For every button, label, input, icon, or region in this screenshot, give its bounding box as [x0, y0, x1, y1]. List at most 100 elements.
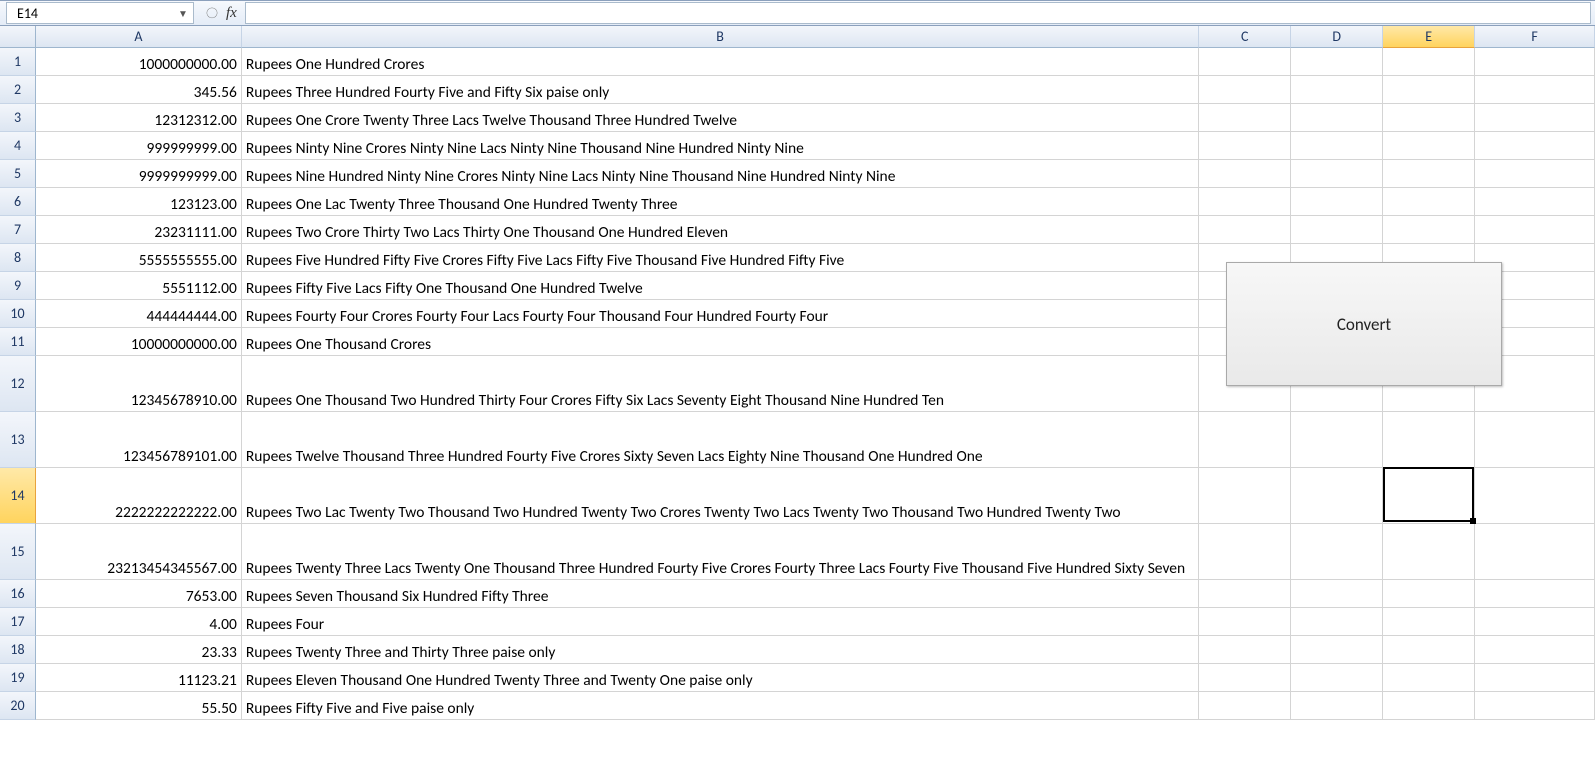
row-header-5[interactable]: 5	[0, 160, 36, 188]
cell[interactable]	[1383, 580, 1475, 608]
cell[interactable]: 2222222222222.00	[36, 468, 242, 524]
convert-button[interactable]: Convert	[1226, 262, 1502, 386]
cell[interactable]	[1291, 636, 1383, 664]
cell[interactable]	[1383, 188, 1475, 216]
column-header-F[interactable]: F	[1475, 26, 1595, 48]
cell[interactable]	[1383, 104, 1475, 132]
cell-grid[interactable]: 1000000000.00Rupees One Hundred Crores34…	[36, 48, 1595, 773]
cell[interactable]	[1291, 104, 1383, 132]
cell[interactable]: 55.50	[36, 692, 242, 720]
row-header-15[interactable]: 15	[0, 524, 36, 580]
cell[interactable]: 9999999999.00	[36, 160, 242, 188]
row-header-4[interactable]: 4	[0, 132, 36, 160]
cell[interactable]	[1383, 468, 1475, 524]
cell[interactable]: 12312312.00	[36, 104, 242, 132]
cell[interactable]	[1291, 216, 1383, 244]
cell[interactable]: 444444444.00	[36, 300, 242, 328]
cancel-formula-icon[interactable]: ⃝	[202, 3, 222, 23]
cell[interactable]	[1291, 692, 1383, 720]
cell[interactable]: Rupees One Crore Twenty Three Lacs Twelv…	[242, 104, 1199, 132]
cell[interactable]: 23213454345567.00	[36, 524, 242, 580]
cell[interactable]: 123456789101.00	[36, 412, 242, 468]
name-box[interactable]: E14 ▼	[6, 2, 194, 24]
cell[interactable]: Rupees Eleven Thousand One Hundred Twent…	[242, 664, 1199, 692]
row-header-7[interactable]: 7	[0, 216, 36, 244]
cell[interactable]: Rupees Three Hundred Fourty Five and Fif…	[242, 76, 1199, 104]
cell[interactable]	[1199, 48, 1291, 76]
cell[interactable]: 999999999.00	[36, 132, 242, 160]
cell[interactable]	[1199, 524, 1291, 580]
cell[interactable]	[1199, 412, 1291, 468]
name-box-dropdown-icon[interactable]: ▼	[175, 5, 191, 21]
cell[interactable]: 23231111.00	[36, 216, 242, 244]
cell[interactable]	[1475, 188, 1595, 216]
cell[interactable]	[1291, 608, 1383, 636]
cell[interactable]	[1291, 580, 1383, 608]
cell[interactable]	[1383, 160, 1475, 188]
row-header-20[interactable]: 20	[0, 692, 36, 720]
cell[interactable]: Rupees Twenty Three and Thirty Three pai…	[242, 636, 1199, 664]
cell[interactable]: 23.33	[36, 636, 242, 664]
row-header-14[interactable]: 14	[0, 468, 36, 524]
cell[interactable]	[1199, 664, 1291, 692]
row-header-17[interactable]: 17	[0, 608, 36, 636]
cell[interactable]	[1475, 664, 1595, 692]
cell[interactable]	[1199, 608, 1291, 636]
cell[interactable]: Rupees Seven Thousand Six Hundred Fifty …	[242, 580, 1199, 608]
cell[interactable]	[1291, 76, 1383, 104]
cell[interactable]: Rupees One Thousand Two Hundred Thirty F…	[242, 356, 1199, 412]
row-header-10[interactable]: 10	[0, 300, 36, 328]
cell[interactable]: 345.56	[36, 76, 242, 104]
cell[interactable]	[1199, 188, 1291, 216]
cell[interactable]: Rupees Four	[242, 608, 1199, 636]
row-header-16[interactable]: 16	[0, 580, 36, 608]
cell[interactable]	[1383, 692, 1475, 720]
cell[interactable]	[1475, 468, 1595, 524]
cell[interactable]	[1199, 104, 1291, 132]
cell[interactable]	[1475, 524, 1595, 580]
row-header-9[interactable]: 9	[0, 272, 36, 300]
cell[interactable]	[1475, 692, 1595, 720]
cell[interactable]	[1475, 412, 1595, 468]
cell[interactable]: 5555555555.00	[36, 244, 242, 272]
cell[interactable]	[1475, 580, 1595, 608]
cell[interactable]	[1475, 132, 1595, 160]
cell[interactable]: Rupees Fourty Four Crores Fourty Four La…	[242, 300, 1199, 328]
cell[interactable]	[1291, 524, 1383, 580]
cell[interactable]	[1199, 468, 1291, 524]
cell[interactable]: 12345678910.00	[36, 356, 242, 412]
cell[interactable]	[1383, 524, 1475, 580]
cell[interactable]	[1199, 636, 1291, 664]
cell[interactable]	[1475, 160, 1595, 188]
cell[interactable]	[1383, 636, 1475, 664]
cell[interactable]	[1291, 160, 1383, 188]
cell[interactable]: 4.00	[36, 608, 242, 636]
cell[interactable]	[1475, 608, 1595, 636]
column-header-D[interactable]: D	[1291, 26, 1383, 48]
cell[interactable]	[1291, 188, 1383, 216]
cell[interactable]: 11123.21	[36, 664, 242, 692]
cell[interactable]	[1291, 132, 1383, 160]
cell[interactable]	[1383, 664, 1475, 692]
cell[interactable]	[1199, 580, 1291, 608]
cell[interactable]: Rupees Nine Hundred Ninty Nine Crores Ni…	[242, 160, 1199, 188]
row-header-6[interactable]: 6	[0, 188, 36, 216]
row-header-19[interactable]: 19	[0, 664, 36, 692]
row-header-12[interactable]: 12	[0, 356, 36, 412]
cell[interactable]	[1199, 692, 1291, 720]
cell[interactable]	[1475, 104, 1595, 132]
cell[interactable]: Rupees Fifty Five and Five paise only	[242, 692, 1199, 720]
cell[interactable]	[1291, 664, 1383, 692]
row-header-13[interactable]: 13	[0, 412, 36, 468]
row-header-2[interactable]: 2	[0, 76, 36, 104]
cell[interactable]: Rupees One Thousand Crores	[242, 328, 1199, 356]
row-header-3[interactable]: 3	[0, 104, 36, 132]
cell[interactable]: 10000000000.00	[36, 328, 242, 356]
cell[interactable]	[1291, 412, 1383, 468]
cell[interactable]: Rupees Two Crore Thirty Two Lacs Thirty …	[242, 216, 1199, 244]
cell[interactable]	[1199, 76, 1291, 104]
cell[interactable]: Rupees One Lac Twenty Three Thousand One…	[242, 188, 1199, 216]
fx-icon[interactable]: fx	[226, 5, 237, 22]
row-header-11[interactable]: 11	[0, 328, 36, 356]
cell[interactable]	[1199, 132, 1291, 160]
